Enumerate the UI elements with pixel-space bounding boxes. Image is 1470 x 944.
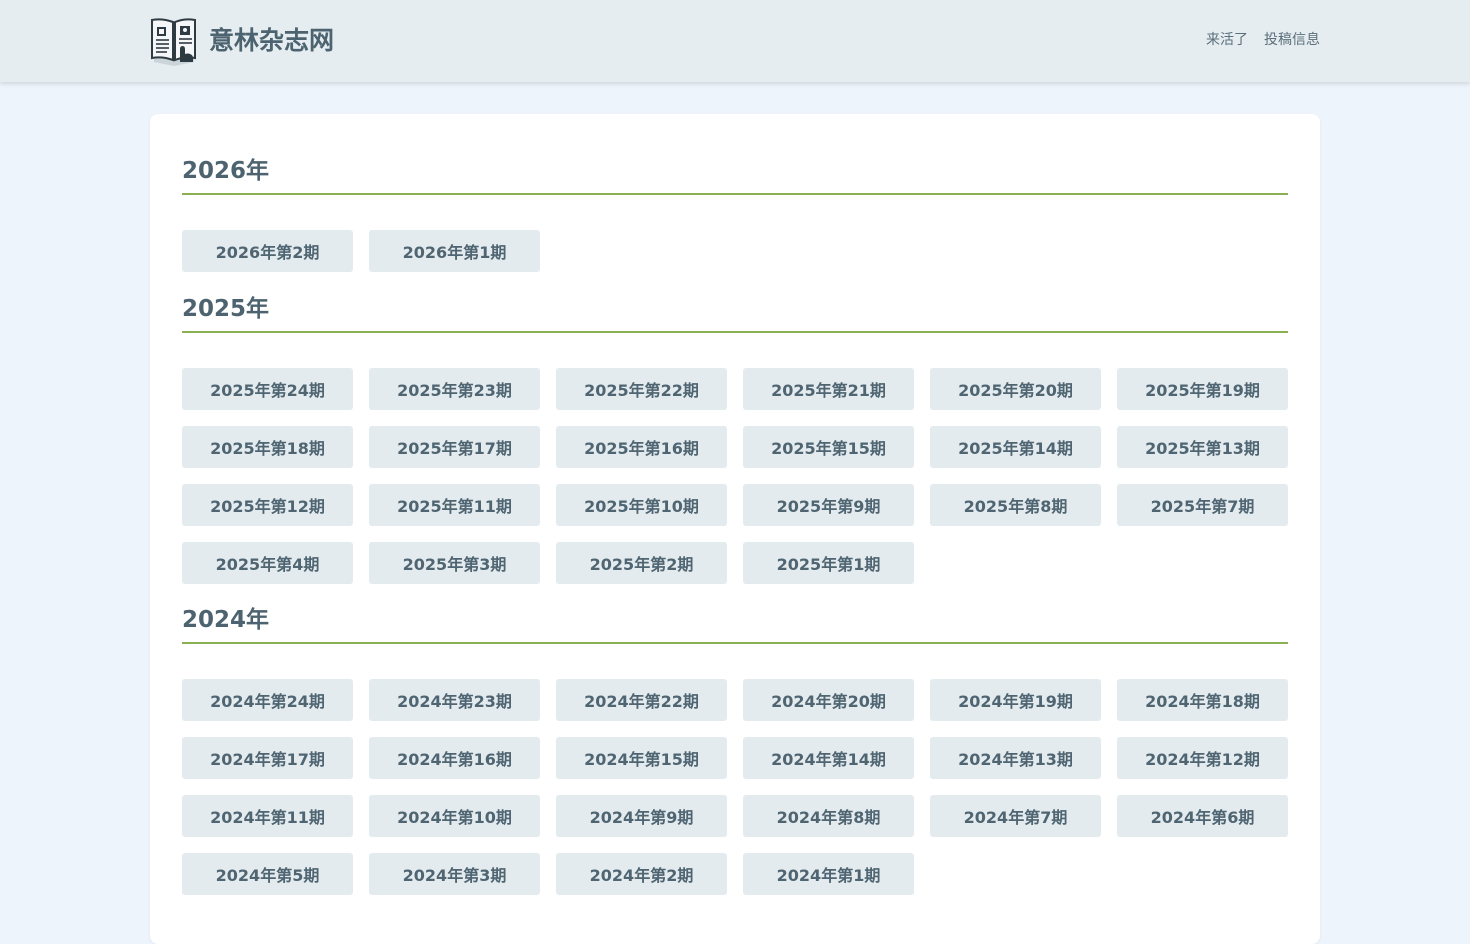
year-heading: 2026年	[182, 156, 1288, 195]
issue-button[interactable]: 2025年第21期	[743, 368, 914, 410]
issue-grid: 2024年第24期 2024年第23期 2024年第22期 2024年第20期 2024…	[182, 679, 1288, 895]
year-heading: 2025年	[182, 294, 1288, 333]
issue-archive-card: 2026年 2026年第2期 2026年第1期 2025年 2025年第24期 2025年…	[150, 114, 1320, 944]
issue-button[interactable]: 2024年第9期	[556, 795, 727, 837]
issue-button[interactable]: 2025年第1期	[743, 542, 914, 584]
issue-button[interactable]: 2025年第16期	[556, 426, 727, 468]
issue-button[interactable]: 2025年第19期	[1117, 368, 1288, 410]
issue-button[interactable]: 2025年第20期	[930, 368, 1101, 410]
issue-button[interactable]: 2025年第4期	[182, 542, 353, 584]
issue-button[interactable]: 2025年第24期	[182, 368, 353, 410]
issue-button[interactable]: 2024年第1期	[743, 853, 914, 895]
issue-button[interactable]: 2024年第3期	[369, 853, 540, 895]
issue-button[interactable]: 2024年第2期	[556, 853, 727, 895]
issue-button[interactable]: 2025年第11期	[369, 484, 540, 526]
issue-button[interactable]: 2024年第17期	[182, 737, 353, 779]
top-nav: 来活了 投稿信息	[1206, 30, 1320, 50]
issue-button[interactable]: 2024年第8期	[743, 795, 914, 837]
issue-button[interactable]: 2025年第23期	[369, 368, 540, 410]
issue-button[interactable]: 2025年第8期	[930, 484, 1101, 526]
issue-button[interactable]: 2025年第7期	[1117, 484, 1288, 526]
issue-button[interactable]: 2024年第24期	[182, 679, 353, 721]
issue-button[interactable]: 2025年第15期	[743, 426, 914, 468]
issue-button[interactable]: 2025年第3期	[369, 542, 540, 584]
issue-grid: 2025年第24期 2025年第23期 2025年第22期 2025年第21期 2025…	[182, 368, 1288, 584]
issue-button[interactable]: 2025年第18期	[182, 426, 353, 468]
issue-button[interactable]: 2024年第13期	[930, 737, 1101, 779]
issue-button[interactable]: 2024年第14期	[743, 737, 914, 779]
issue-button[interactable]: 2024年第12期	[1117, 737, 1288, 779]
issue-button[interactable]: 2026年第1期	[369, 230, 540, 272]
issue-button[interactable]: 2025年第2期	[556, 542, 727, 584]
year-heading: 2024年	[182, 605, 1288, 644]
site-title[interactable]: 意林杂志网	[209, 24, 334, 58]
issue-button[interactable]: 2025年第9期	[743, 484, 914, 526]
issue-button[interactable]: 2024年第19期	[930, 679, 1101, 721]
issue-button[interactable]: 2024年第11期	[182, 795, 353, 837]
nav-link-lai-huo-le[interactable]: 来活了	[1206, 30, 1248, 50]
issue-button[interactable]: 2025年第13期	[1117, 426, 1288, 468]
issue-button[interactable]: 2024年第18期	[1117, 679, 1288, 721]
issue-button[interactable]: 2024年第5期	[182, 853, 353, 895]
magazine-book-icon[interactable]	[150, 16, 198, 66]
issue-button[interactable]: 2024年第10期	[369, 795, 540, 837]
issue-button[interactable]: 2024年第20期	[743, 679, 914, 721]
issue-button[interactable]: 2025年第12期	[182, 484, 353, 526]
site-header: 意林杂志网 来活了 投稿信息	[0, 0, 1470, 82]
issue-button[interactable]: 2024年第16期	[369, 737, 540, 779]
issue-button[interactable]: 2024年第22期	[556, 679, 727, 721]
issue-button[interactable]: 2024年第15期	[556, 737, 727, 779]
issue-button[interactable]: 2024年第23期	[369, 679, 540, 721]
issue-button[interactable]: 2024年第6期	[1117, 795, 1288, 837]
issue-button[interactable]: 2025年第10期	[556, 484, 727, 526]
issue-button[interactable]: 2026年第2期	[182, 230, 353, 272]
nav-link-tou-gao-xin-xi[interactable]: 投稿信息	[1264, 30, 1320, 50]
issue-button[interactable]: 2024年第7期	[930, 795, 1101, 837]
issue-button[interactable]: 2025年第14期	[930, 426, 1101, 468]
issue-button[interactable]: 2025年第22期	[556, 368, 727, 410]
issue-grid: 2026年第2期 2026年第1期	[182, 230, 1288, 272]
issue-button[interactable]: 2025年第17期	[369, 426, 540, 468]
